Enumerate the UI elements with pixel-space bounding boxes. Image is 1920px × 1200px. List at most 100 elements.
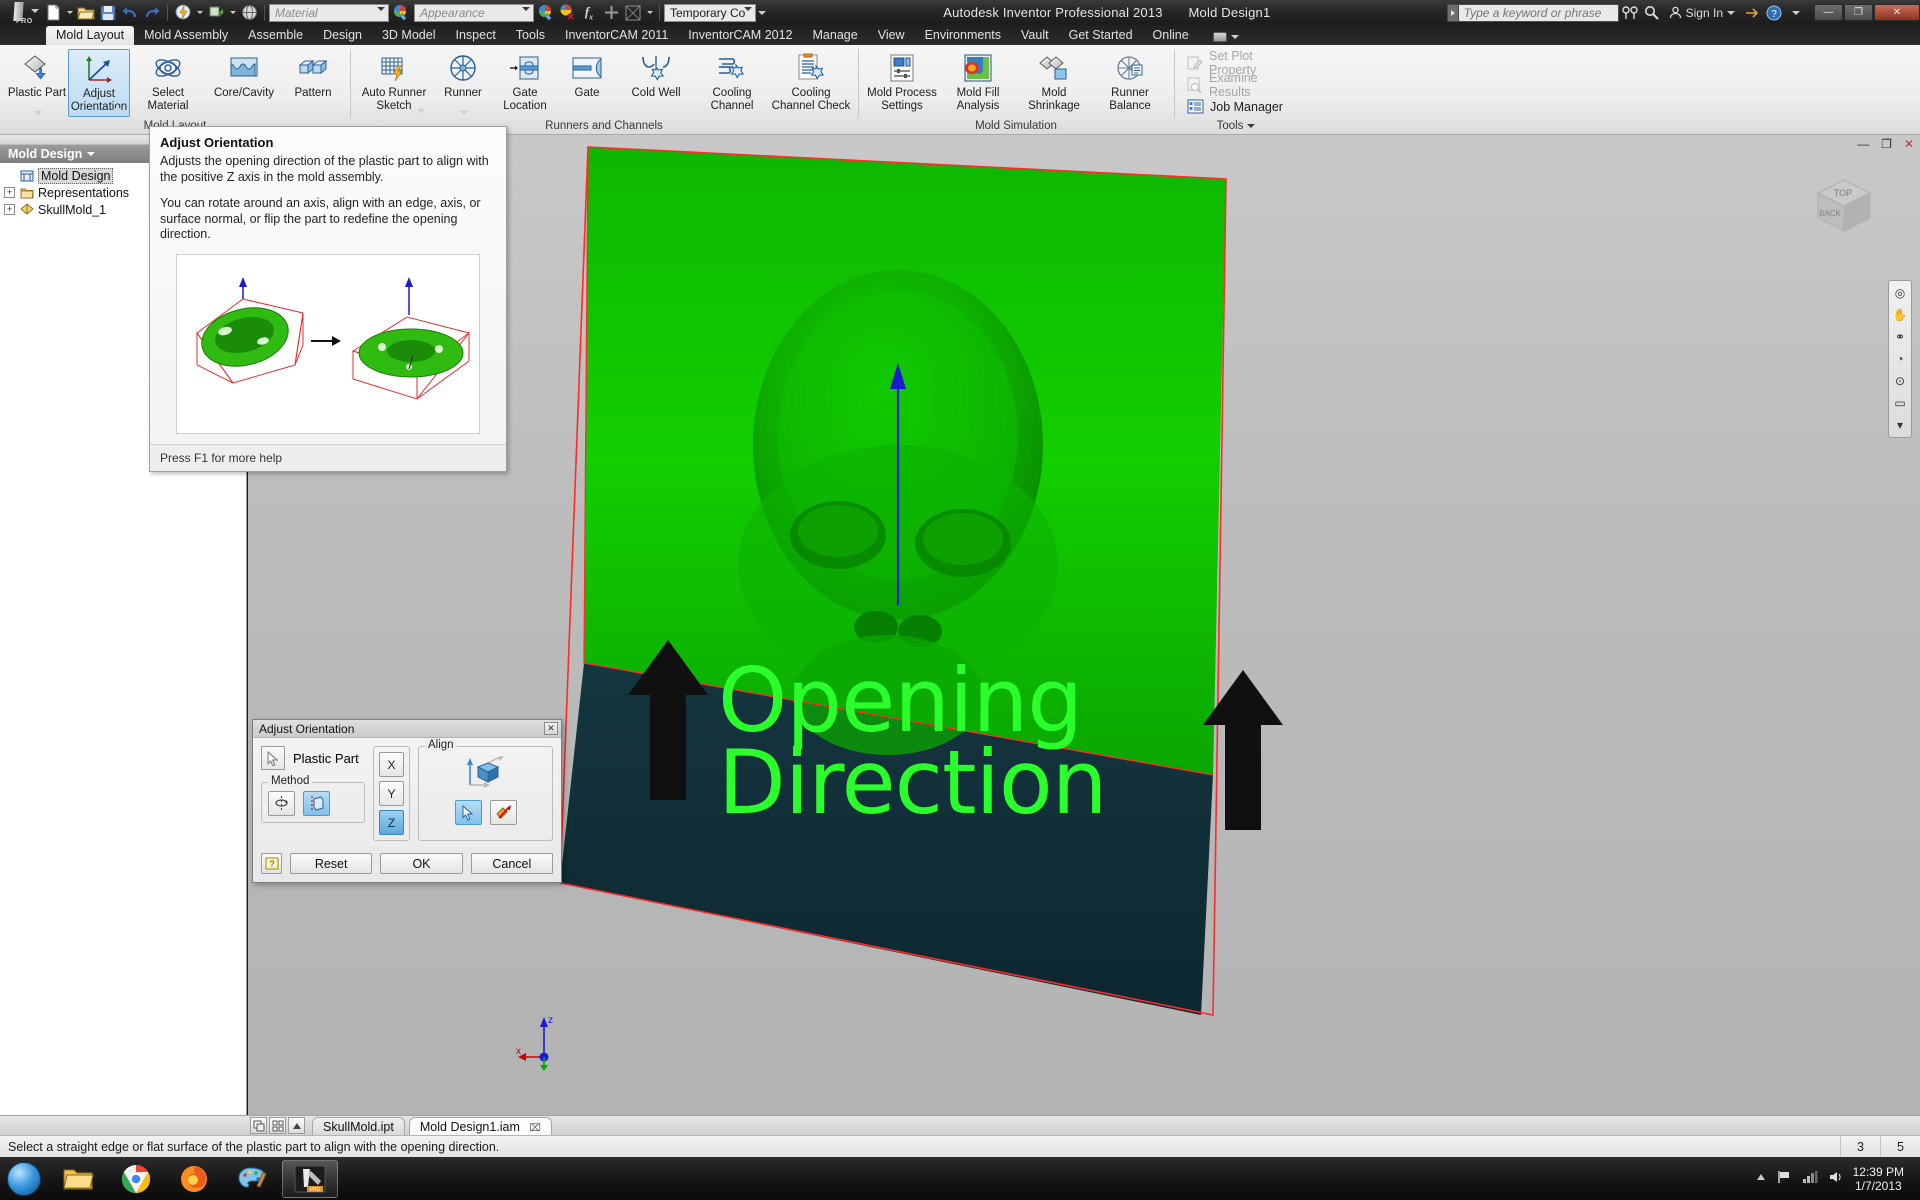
look-at-icon[interactable]: ⊙ bbox=[1891, 372, 1909, 390]
tab-design[interactable]: Design bbox=[313, 26, 372, 45]
new-file-button[interactable] bbox=[42, 2, 64, 24]
flip-direction-icon[interactable] bbox=[489, 800, 517, 825]
orbit-icon[interactable]: ◔ bbox=[1891, 350, 1909, 368]
tab-vault[interactable]: Vault bbox=[1011, 26, 1059, 45]
tab-scroll-up-icon[interactable] bbox=[288, 1117, 305, 1134]
chevron-down-icon[interactable] bbox=[460, 111, 468, 115]
ribbon-button-mold-process-settings[interactable]: Mold Process Settings bbox=[864, 49, 940, 117]
select-cursor-icon[interactable] bbox=[454, 800, 482, 825]
plastic-part-selector-row[interactable]: Plastic Part bbox=[261, 746, 365, 770]
plastic-part-pick-button[interactable] bbox=[261, 746, 285, 770]
temporary-combo[interactable]: Temporary Co bbox=[664, 3, 756, 25]
dialog-title-bar[interactable]: Adjust Orientation ✕ bbox=[253, 720, 561, 738]
tab-get-started[interactable]: Get Started bbox=[1059, 26, 1143, 45]
help-search-icon[interactable] bbox=[1641, 0, 1663, 25]
zoom-icon[interactable]: ⚭ bbox=[1891, 328, 1909, 346]
axis-x-button[interactable]: X bbox=[379, 752, 404, 777]
view-face-icon[interactable]: ▭ bbox=[1891, 394, 1909, 412]
chevron-down-icon[interactable] bbox=[377, 6, 385, 25]
redo-button[interactable] bbox=[141, 2, 163, 24]
content-center-button[interactable] bbox=[622, 2, 644, 24]
parameters-fx-button[interactable]: fx bbox=[578, 2, 600, 24]
return-button[interactable] bbox=[205, 2, 227, 24]
tab-inspect[interactable]: Inspect bbox=[445, 26, 505, 45]
chevron-down-icon[interactable] bbox=[114, 108, 122, 112]
help-icon[interactable]: ? bbox=[1763, 0, 1785, 25]
taskbar-item-paint[interactable] bbox=[224, 1160, 280, 1198]
taskbar-item-firefox[interactable] bbox=[166, 1160, 222, 1198]
tray-network-icon[interactable] bbox=[1802, 1170, 1818, 1187]
save-button[interactable] bbox=[97, 2, 119, 24]
pan-icon[interactable]: ✋ bbox=[1891, 306, 1909, 324]
tab-3d-model[interactable]: 3D Model bbox=[372, 26, 446, 45]
chevron-down-icon[interactable] bbox=[1247, 124, 1256, 128]
chevron-down-icon[interactable] bbox=[31, 9, 39, 13]
chevron-down-icon[interactable] bbox=[34, 111, 42, 115]
ribbon-button-job-manager[interactable]: Job Manager bbox=[1180, 96, 1289, 118]
tile-windows-icon[interactable] bbox=[269, 1117, 286, 1134]
minimize-button[interactable]: — bbox=[1814, 4, 1843, 21]
reset-button[interactable]: Reset bbox=[290, 853, 373, 874]
viewport-minimize-button[interactable]: — bbox=[1857, 137, 1869, 151]
ribbon-button-runner-balance[interactable]: Runner Balance bbox=[1092, 49, 1168, 117]
chevron-down-icon[interactable] bbox=[744, 6, 752, 25]
update-dropdown-icon[interactable] bbox=[194, 2, 205, 24]
ribbon-button-core-cavity[interactable]: Core/Cavity bbox=[206, 49, 282, 117]
tab-inventorcam-2012[interactable]: InventorCAM 2012 bbox=[678, 26, 802, 45]
chevron-down-icon[interactable] bbox=[1727, 10, 1735, 15]
taskbar-item-chrome[interactable] bbox=[108, 1160, 164, 1198]
view-cube[interactable]: TOP BACK bbox=[1808, 175, 1878, 237]
tab-inventorcam-2011[interactable]: InventorCAM 2011 bbox=[555, 26, 678, 45]
expander-icon[interactable]: + bbox=[4, 187, 15, 198]
tab-tools[interactable]: Tools bbox=[506, 26, 555, 45]
ribbon-button-adjust-orientation[interactable]: Adjust Orientation bbox=[68, 49, 130, 117]
search-expand-button[interactable] bbox=[1446, 3, 1459, 22]
tray-volume-icon[interactable] bbox=[1828, 1170, 1843, 1187]
open-file-button[interactable] bbox=[75, 2, 97, 24]
start-button[interactable] bbox=[0, 1157, 48, 1200]
ribbon-button-auto-runner-sketch[interactable]: Auto Runner Sketch bbox=[356, 49, 432, 117]
flip-part-icon[interactable] bbox=[303, 791, 330, 816]
viewport-restore-button[interactable]: ❐ bbox=[1881, 137, 1892, 151]
axis-y-button[interactable]: Y bbox=[379, 781, 404, 806]
ribbon-button-mold-shrinkage[interactable]: Mold Shrinkage bbox=[1016, 49, 1092, 117]
full-navigation-wheel-icon[interactable]: ◎ bbox=[1891, 284, 1909, 302]
taskbar-clock[interactable]: 12:39 PM 1/7/2013 bbox=[1853, 1165, 1910, 1193]
ribbon-button-gate[interactable]: Gate bbox=[556, 49, 618, 117]
qat-overflow-icon[interactable] bbox=[756, 2, 767, 24]
tab-mold-assembly[interactable]: Mold Assembly bbox=[134, 26, 238, 45]
tab-manage[interactable]: Manage bbox=[803, 26, 868, 45]
appearance-combo[interactable]: Appearance bbox=[414, 3, 534, 25]
ribbon-button-cooling-channel-check[interactable]: Cooling Channel Check bbox=[770, 49, 852, 117]
cascade-windows-icon[interactable] bbox=[250, 1117, 267, 1134]
navigation-bar[interactable]: ◎ ✋ ⚭ ◔ ⊙ ▭ ▾ bbox=[1888, 280, 1912, 438]
maximize-button[interactable]: ❐ bbox=[1844, 4, 1873, 21]
tray-flag-icon[interactable] bbox=[1777, 1170, 1792, 1187]
add-button[interactable] bbox=[600, 2, 622, 24]
axis-z-button[interactable]: Z bbox=[379, 810, 404, 835]
help-icon[interactable]: ? bbox=[261, 853, 282, 874]
ribbon-button-cold-well[interactable]: Cold Well bbox=[618, 49, 694, 117]
search-all-icon[interactable] bbox=[1619, 0, 1641, 25]
content-center-dropdown-icon[interactable] bbox=[644, 2, 655, 24]
ribbon-button-pattern[interactable]: Pattern bbox=[282, 49, 344, 117]
cancel-button[interactable]: Cancel bbox=[470, 853, 553, 874]
close-button[interactable]: ✕ bbox=[1874, 4, 1920, 21]
nav-dropdown-icon[interactable]: ▾ bbox=[1891, 416, 1909, 434]
tab-environments[interactable]: Environments bbox=[915, 26, 1011, 45]
new-file-dropdown-icon[interactable] bbox=[64, 2, 75, 24]
update-button[interactable] bbox=[172, 2, 194, 24]
help-dropdown-icon[interactable] bbox=[1785, 0, 1807, 25]
chevron-down-icon[interactable] bbox=[87, 152, 96, 156]
appearance-globe-button[interactable] bbox=[238, 2, 260, 24]
ribbon-button-runner[interactable]: Runner bbox=[432, 49, 494, 117]
application-menu-button[interactable]: PRO bbox=[0, 0, 42, 25]
tab-view[interactable]: View bbox=[868, 26, 915, 45]
tab-assemble[interactable]: Assemble bbox=[238, 26, 313, 45]
exchange-apps-icon[interactable] bbox=[1741, 0, 1763, 25]
ribbon-display-options[interactable] bbox=[1212, 32, 1239, 45]
ribbon-button-select-material[interactable]: Select Material bbox=[130, 49, 206, 117]
taskbar-item-inventor[interactable]: PRO bbox=[282, 1159, 338, 1198]
material-browser-button[interactable] bbox=[389, 2, 411, 24]
appearance-browser-button[interactable] bbox=[534, 2, 556, 24]
